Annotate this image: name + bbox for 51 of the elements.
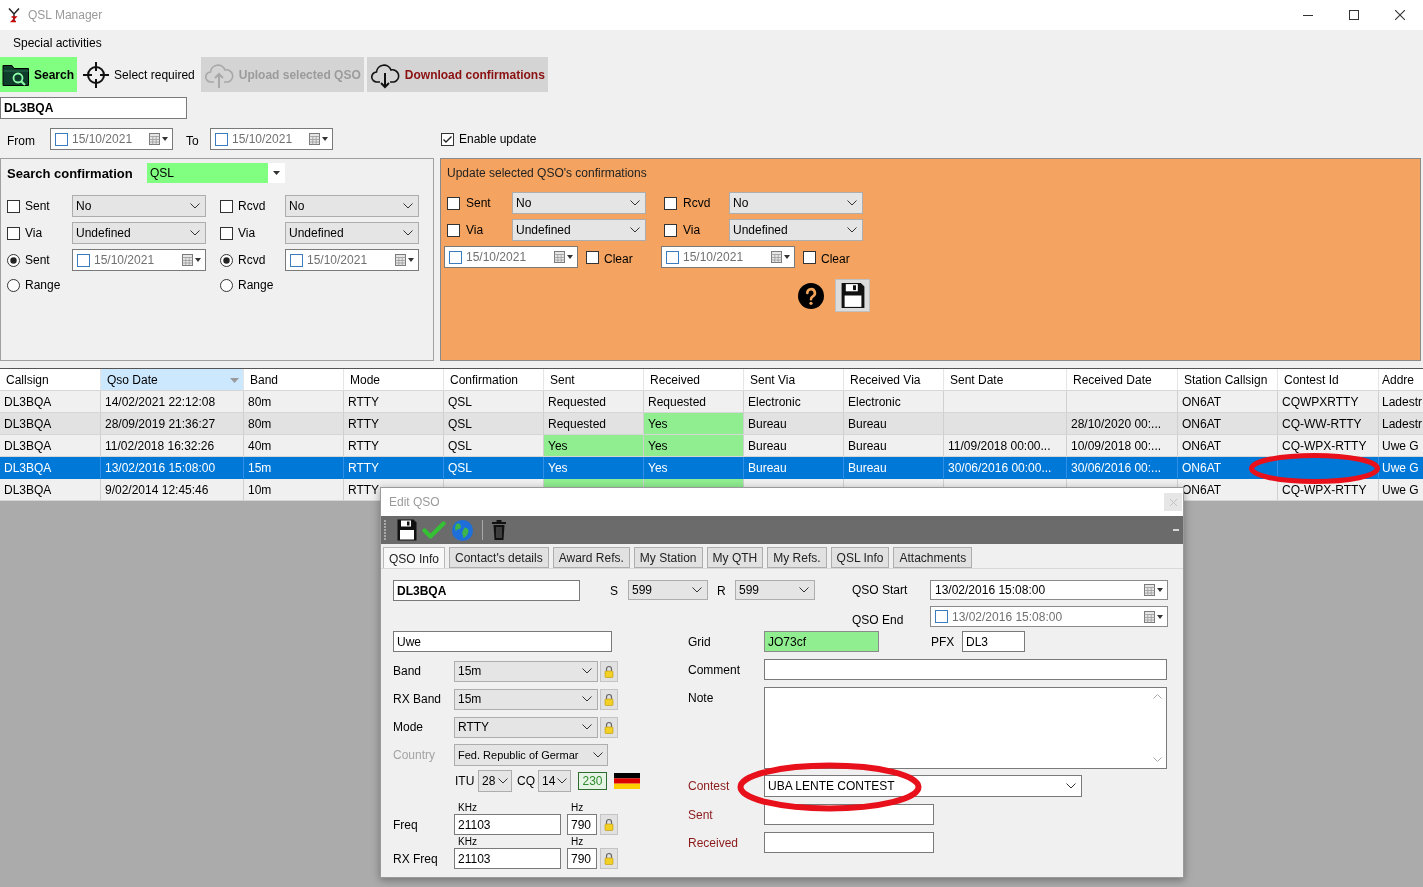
checkbox-label: Via — [238, 226, 257, 240]
unit-label: KHz — [458, 836, 478, 847]
field-label: Mode — [393, 720, 425, 734]
table-cell: Yes — [644, 435, 744, 457]
field-label: Country — [393, 748, 437, 762]
table-cell: 9/02/2014 12:45:46 — [101, 479, 244, 501]
radio-label: Range — [25, 278, 62, 292]
table-cell: DL3BQA — [0, 479, 101, 501]
table-cell: CQ-WPX-RTTY — [1278, 479, 1379, 501]
field-label: CQ — [517, 774, 536, 788]
checkbox-label: Clear — [821, 250, 850, 266]
radio-label: Rcvd — [238, 253, 267, 267]
window-title: QSL Manager — [28, 8, 103, 22]
checkbox-label: Via — [683, 223, 702, 237]
unit-label: Hz — [571, 802, 584, 813]
date-label: To — [186, 133, 200, 148]
table-cell: 10m — [244, 479, 344, 501]
checkbox-label: Via — [25, 226, 44, 240]
field-label: Contest — [688, 779, 731, 793]
field-label: Sent — [688, 807, 714, 822]
checkbox-label: Rcvd — [683, 196, 712, 210]
field-label: ITU — [455, 774, 476, 788]
field-label: RX Freq — [393, 851, 439, 866]
field-label: QSO End — [852, 612, 905, 627]
field-label: RX Band — [393, 692, 443, 706]
field-label: QSO Start — [852, 582, 909, 599]
field-label: Grid — [688, 634, 712, 649]
radio-label: Range — [238, 278, 275, 292]
table-cell: Yes — [544, 435, 644, 457]
date-label: From — [7, 133, 36, 148]
checkbox-label: Sent — [466, 196, 492, 210]
table-cell: Uwe G — [1379, 479, 1423, 501]
radio-label: Sent — [25, 253, 51, 267]
unit-label: KHz — [458, 802, 478, 813]
panel-title: Update selected QSO's confirmations — [447, 166, 647, 180]
field-label: Comment — [688, 662, 741, 677]
field-label: Note — [688, 690, 715, 705]
checkbox-label: Via — [466, 223, 485, 237]
field-label: Freq — [393, 817, 419, 832]
checkbox-label: Clear — [604, 250, 633, 266]
checkbox-label: Sent — [25, 199, 51, 213]
report-label: S — [610, 582, 619, 600]
panel-title: Search confirmation — [7, 165, 134, 181]
checkbox-label: Enable update — [459, 132, 537, 146]
unit-label: Hz — [571, 836, 584, 847]
checkbox-label: Rcvd — [238, 199, 267, 213]
field-label: Band — [393, 664, 423, 678]
report-label: R — [717, 582, 727, 600]
field-label: PFX — [931, 634, 956, 649]
field-label: Received — [688, 835, 740, 850]
table-cell: Yes — [644, 413, 744, 435]
